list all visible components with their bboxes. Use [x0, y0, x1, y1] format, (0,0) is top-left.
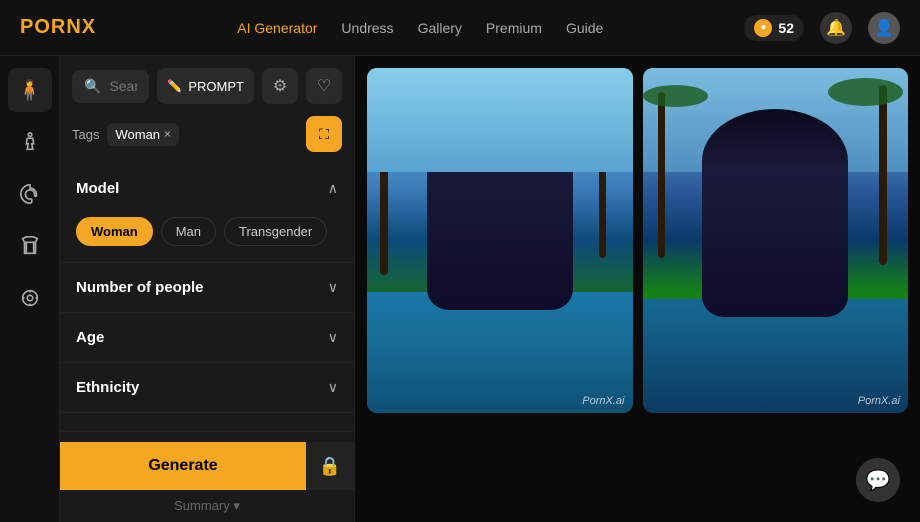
- filter-title-number-of-people: Number of people: [76, 279, 204, 296]
- left-panel: 🔍 ✏️ PROMPT ⚙ ♡ Tags Woman × ⛶ Mo: [60, 56, 355, 522]
- option-woman[interactable]: Woman: [76, 217, 153, 246]
- nav-undress[interactable]: Undress: [341, 20, 393, 36]
- sidebar-icons: 🧍: [0, 56, 60, 522]
- sidebar-model-btn[interactable]: 🧍: [8, 68, 52, 112]
- favorites-button[interactable]: ♡: [306, 68, 342, 104]
- generate-bar: Generate 🔒: [60, 431, 354, 490]
- prompt-button[interactable]: ✏️ PROMPT: [157, 68, 254, 104]
- filter-header-number-of-people[interactable]: Number of people ∨: [60, 263, 354, 312]
- nav-gallery[interactable]: Gallery: [418, 20, 462, 36]
- filter-header-age[interactable]: Age ∨: [60, 313, 354, 362]
- chevron-down-icon-2: ∨: [328, 329, 338, 346]
- filter-header-ethnicity[interactable]: Ethnicity ∨: [60, 363, 354, 412]
- nav-premium[interactable]: Premium: [486, 20, 542, 36]
- filter-title-ethnicity: Ethnicity: [76, 379, 139, 396]
- filter-title-age: Age: [76, 329, 104, 346]
- chat-bubble[interactable]: 💬: [856, 458, 900, 502]
- prompt-icon: ✏️: [167, 79, 182, 93]
- model-options: Woman Man Transgender: [76, 217, 338, 246]
- chevron-down-icon-1: ∨: [328, 279, 338, 296]
- filter-body-model: Woman Man Transgender: [60, 213, 354, 262]
- tags-row: Tags Woman × ⛶: [60, 112, 354, 164]
- chevron-down-icon-3: ∨: [328, 379, 338, 396]
- image-scene-right: [643, 68, 909, 413]
- search-input[interactable]: [109, 78, 137, 94]
- sidebar-outfit-btn[interactable]: [8, 224, 52, 268]
- user-avatar[interactable]: 👤: [868, 12, 900, 44]
- summary-row[interactable]: Summary ▾: [60, 490, 354, 522]
- chevron-up-icon: ∧: [328, 180, 338, 197]
- filter-section-number-of-people: Number of people ∨: [60, 263, 354, 313]
- lock-button[interactable]: 🔒: [306, 442, 354, 490]
- main-nav: AI Generator Undress Gallery Premium Gui…: [120, 20, 720, 36]
- search-box: 🔍: [72, 70, 149, 103]
- header: PORNX AI Generator Undress Gallery Premi…: [0, 0, 920, 56]
- image-scene-left: [367, 68, 633, 413]
- main-content: 🧍 🔍: [0, 56, 920, 522]
- filter-section-model: Model ∧ Woman Man Transgender: [60, 164, 354, 263]
- tags-label: Tags: [72, 127, 99, 142]
- header-right: ● 52 🔔 👤: [744, 12, 900, 44]
- tag-chip-woman: Woman ×: [107, 123, 179, 146]
- filter-section-age: Age ∨: [60, 313, 354, 363]
- coins-badge: ● 52: [744, 15, 804, 41]
- nav-ai-generator[interactable]: AI Generator: [237, 20, 317, 36]
- coins-count: 52: [778, 20, 794, 36]
- notification-bell[interactable]: 🔔: [820, 12, 852, 44]
- filter-title-model: Model: [76, 180, 119, 197]
- option-transgender[interactable]: Transgender: [224, 217, 327, 246]
- filter-header-model[interactable]: Model ∧: [60, 164, 354, 213]
- filter-section-ethnicity: Ethnicity ∨: [60, 363, 354, 413]
- search-toolbar: 🔍 ✏️ PROMPT ⚙ ♡: [60, 56, 354, 112]
- chat-icon: 💬: [866, 468, 891, 493]
- nav-guide[interactable]: Guide: [566, 20, 603, 36]
- logo-text: PORNX: [20, 16, 96, 38]
- prompt-label: PROMPT: [188, 79, 244, 94]
- watermark-2: PornX.ai: [858, 395, 900, 407]
- sidebar-pose-btn[interactable]: [8, 120, 52, 164]
- sidebar-style-btn[interactable]: [8, 172, 52, 216]
- expand-button[interactable]: ⛶: [306, 116, 342, 152]
- settings-button[interactable]: ⚙: [262, 68, 298, 104]
- image-card-2[interactable]: PornX.ai: [643, 68, 909, 413]
- image-card-1[interactable]: PornX.ai: [367, 68, 633, 413]
- images-row: PornX.ai PornX.ai: [367, 68, 908, 413]
- filter-content: Model ∧ Woman Man Transgender Number of …: [60, 164, 354, 431]
- search-icon: 🔍: [84, 78, 101, 95]
- coin-icon: ●: [754, 19, 772, 37]
- sidebar-lens-btn[interactable]: [8, 276, 52, 320]
- tag-remove-woman[interactable]: ×: [164, 127, 171, 141]
- tag-text: Woman: [115, 127, 160, 142]
- watermark-1: PornX.ai: [582, 395, 624, 407]
- generate-button[interactable]: Generate: [60, 442, 306, 490]
- logo: PORNX: [20, 16, 96, 39]
- option-man[interactable]: Man: [161, 217, 216, 246]
- content-area: PornX.ai PornX.ai: [355, 56, 920, 522]
